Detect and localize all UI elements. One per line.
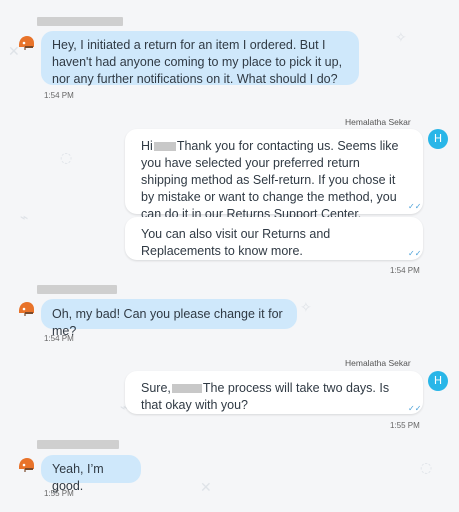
helmet-icon: [16, 455, 36, 475]
double-check-icon: ✓✓: [408, 249, 422, 258]
message-timestamp: 1:54 PM: [44, 334, 74, 343]
message-bubble: You can also visit our Returns and Repla…: [125, 217, 423, 260]
background-doodle: ✧: [395, 30, 407, 46]
message-text: Hi: [141, 139, 153, 153]
helmet-icon: [16, 33, 36, 53]
message-timestamp: 1:54 PM: [44, 91, 74, 100]
message-text: Thank you for contacting us. Seems like …: [141, 139, 399, 221]
background-doodle: ✕: [200, 480, 212, 496]
agent-avatar: H: [428, 371, 448, 391]
double-check-icon: ✓✓: [408, 202, 422, 211]
double-check-icon: ✓✓: [408, 404, 422, 413]
message-text: Oh, my bad! Can you please change it for…: [52, 307, 283, 338]
message-bubble: Hey, I initiated a return for an item I …: [41, 31, 359, 86]
message-timestamp: 1:54 PM: [390, 266, 420, 275]
background-doodle: ⌁: [20, 210, 29, 226]
message-text: Sure,: [141, 381, 171, 395]
message-bubble: Hi Thank you for contacting us. Seems lik…: [125, 129, 423, 221]
message-bubble: Oh, my bad! Can you please change it for…: [41, 299, 297, 338]
background-doodle: ◌: [420, 460, 433, 476]
agent-avatar: H: [428, 129, 448, 149]
agent-name: Hemalatha Sekar: [345, 117, 411, 127]
background-doodle: ◌: [60, 150, 73, 166]
redacted-sender-name: [37, 17, 123, 26]
message-bubble: Sure, The process will take two days. Is …: [125, 371, 423, 414]
message-timestamp: 1:55 PM: [44, 489, 74, 498]
message-text: Hey, I initiated a return for an item I …: [52, 38, 343, 86]
redacted-sender-name: [37, 285, 117, 294]
background-doodle: ✧: [300, 300, 312, 316]
redacted-sender-name: [37, 440, 119, 449]
agent-name: Hemalatha Sekar: [345, 358, 411, 368]
redacted-customer-name: [171, 384, 202, 394]
chat-transcript: ✕ ✧ ◌ ⌁ ✧ ✕ ◌ ⌁ Hey, I initiated a retur…: [0, 0, 459, 512]
message-timestamp: 1:55 PM: [390, 421, 420, 430]
redacted-customer-name: [153, 142, 176, 152]
message-text: You can also visit our Returns and Repla…: [141, 227, 331, 258]
message-bubble: Yeah, I’m good.: [41, 455, 141, 493]
helmet-icon: [16, 299, 36, 319]
